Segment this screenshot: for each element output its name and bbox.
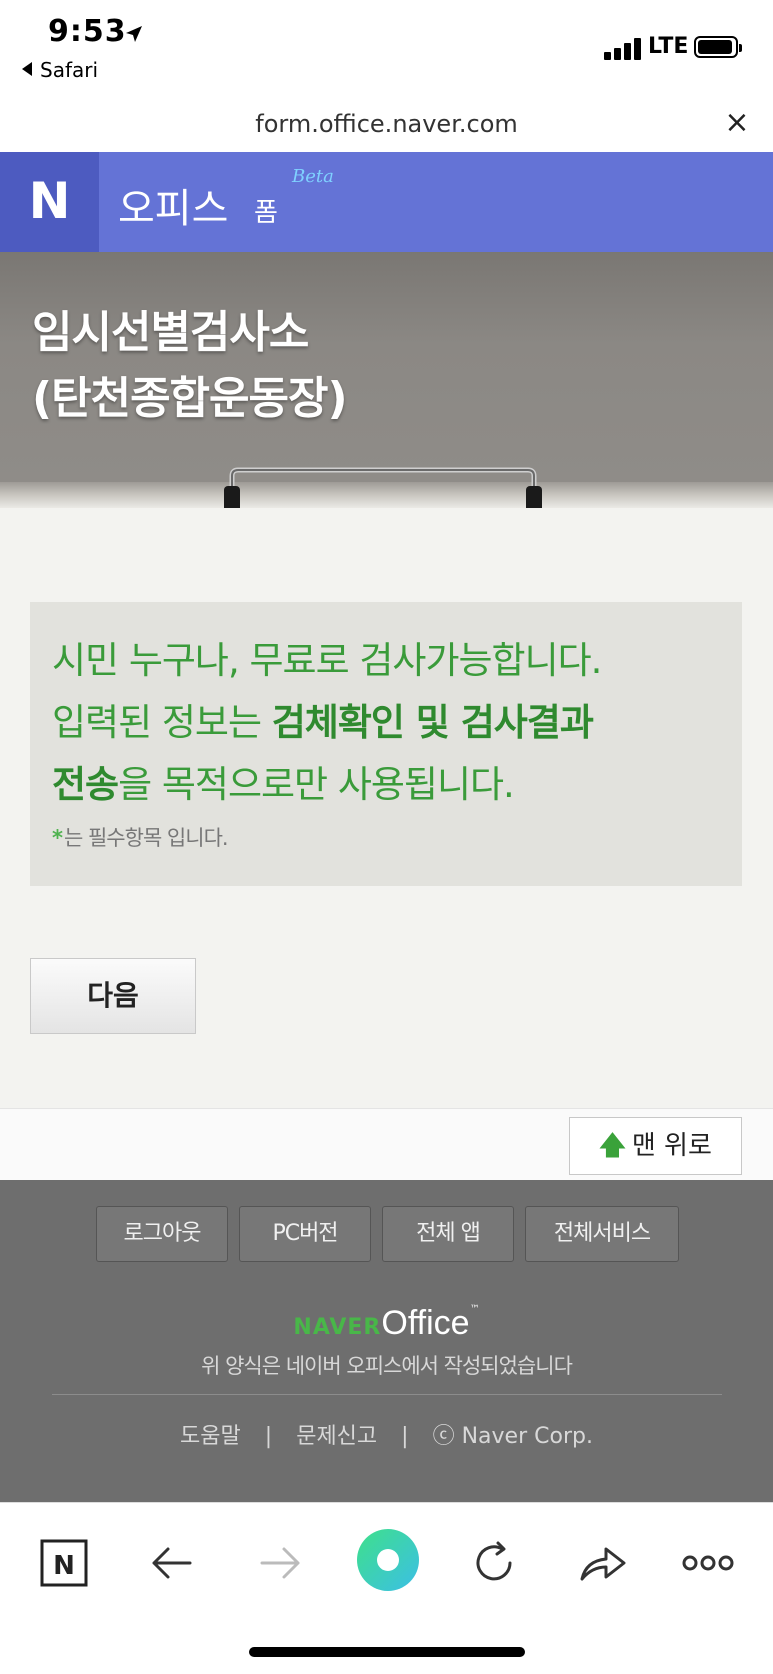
- description-line2: 입력된 정보는 검체확인 및 검사결과: [52, 692, 732, 754]
- clock: 9:53: [48, 14, 127, 49]
- description-line2-bold: 검체확인 및 검사결과: [271, 701, 594, 744]
- logo-letter: N: [28, 172, 71, 230]
- scroll-top-bar: 🡅 맨 위로: [0, 1108, 773, 1180]
- more-icon[interactable]: [678, 1533, 738, 1593]
- footer-description: 위 양식은 네이버 오피스에서 작성되었습니다: [201, 1354, 573, 1378]
- scroll-top-button[interactable]: 🡅 맨 위로: [569, 1117, 742, 1175]
- report-link[interactable]: 문제신고: [296, 1424, 377, 1449]
- back-to-app-link[interactable]: Safari: [22, 58, 98, 82]
- pc-version-button[interactable]: PC버전: [239, 1206, 371, 1262]
- description-line3-text: 을 목적으로만 사용됩니다.: [118, 763, 515, 806]
- footer: 로그아웃 PC버전 전체 앱 전체서비스 NAVEROffice™ 위 양식은 …: [0, 1180, 773, 1502]
- required-note-text: 는 필수항목 입니다.: [63, 826, 229, 850]
- header-subtitle: 폼: [254, 198, 278, 228]
- url-text[interactable]: form.office.naver.com: [0, 110, 773, 138]
- form-title-banner: 임시선별검사소 (탄천종합운동장): [0, 252, 773, 482]
- url-bar: form.office.naver.com ×: [0, 100, 773, 152]
- required-star-icon: *: [52, 826, 63, 850]
- forward-arrow-icon[interactable]: [250, 1533, 310, 1593]
- description-line3-bold: 전송: [52, 763, 119, 806]
- share-icon[interactable]: [572, 1533, 632, 1593]
- network-label: LTE: [648, 34, 689, 59]
- copyright-text: ⓒ Naver Corp.: [432, 1424, 593, 1449]
- signal-icon: [604, 38, 644, 60]
- status-bar: 9:53 Safari LTE: [0, 0, 773, 110]
- brand-office: Office: [381, 1304, 470, 1342]
- home-indicator: [249, 1647, 525, 1657]
- description-line1: 시민 누구나, 무료로 검사가능합니다.: [52, 639, 602, 682]
- description-text: 시민 누구나, 무료로 검사가능합니다. 입력된 정보는 검체확인 및 검사결과…: [52, 630, 732, 816]
- brand-naver: NAVER: [293, 1315, 382, 1340]
- up-arrow-icon: 🡅: [599, 1131, 626, 1161]
- battery-icon: [694, 36, 742, 58]
- close-icon[interactable]: ×: [722, 108, 752, 138]
- svg-text:N: N: [53, 1551, 75, 1581]
- description-line2-text: 입력된 정보는: [52, 701, 272, 744]
- form-title-line1: 임시선별검사소: [32, 307, 309, 358]
- naver-home-icon[interactable]: N: [34, 1533, 94, 1593]
- link-separator: |: [401, 1424, 409, 1449]
- location-arrow-icon: [126, 26, 142, 42]
- description-line3: 전송을 목적으로만 사용됩니다.: [52, 754, 732, 816]
- naver-logo[interactable]: N: [0, 152, 99, 252]
- scroll-top-label: 맨 위로: [631, 1131, 712, 1161]
- form-description: 시민 누구나, 무료로 검사가능합니다. 입력된 정보는 검체확인 및 검사결과…: [30, 602, 742, 886]
- back-app-label: Safari: [40, 58, 99, 82]
- back-arrow-icon[interactable]: [142, 1533, 202, 1593]
- app-header: N 오피스 폼 Beta: [0, 152, 773, 252]
- all-services-button[interactable]: 전체서비스: [525, 1206, 679, 1262]
- refresh-icon[interactable]: [464, 1533, 524, 1593]
- back-triangle-icon: [22, 62, 32, 76]
- naver-office-logo: NAVEROffice™: [0, 1304, 773, 1343]
- next-button[interactable]: 다음: [30, 958, 196, 1034]
- all-apps-button[interactable]: 전체 앱: [382, 1206, 514, 1262]
- green-dot-icon[interactable]: [355, 1527, 421, 1593]
- form-title-line2: (탄천종합운동장): [32, 373, 348, 424]
- brand-tm: ™: [469, 1304, 480, 1315]
- required-note: *는 필수항목 입니다.: [52, 822, 229, 852]
- footer-divider: [52, 1394, 722, 1395]
- logout-button[interactable]: 로그아웃: [96, 1206, 228, 1262]
- browser-toolbar: N: [0, 1502, 773, 1674]
- footer-buttons: 로그아웃 PC버전 전체 앱 전체서비스: [96, 1206, 680, 1262]
- help-link[interactable]: 도움말: [180, 1424, 241, 1449]
- beta-badge: Beta: [292, 166, 334, 187]
- link-separator: |: [264, 1424, 273, 1449]
- form-title: 임시선별검사소 (탄천종합운동장): [32, 300, 348, 432]
- footer-links: 도움말 | 문제신고 | ⓒ Naver Corp.: [0, 1418, 773, 1450]
- header-title[interactable]: 오피스: [118, 176, 228, 234]
